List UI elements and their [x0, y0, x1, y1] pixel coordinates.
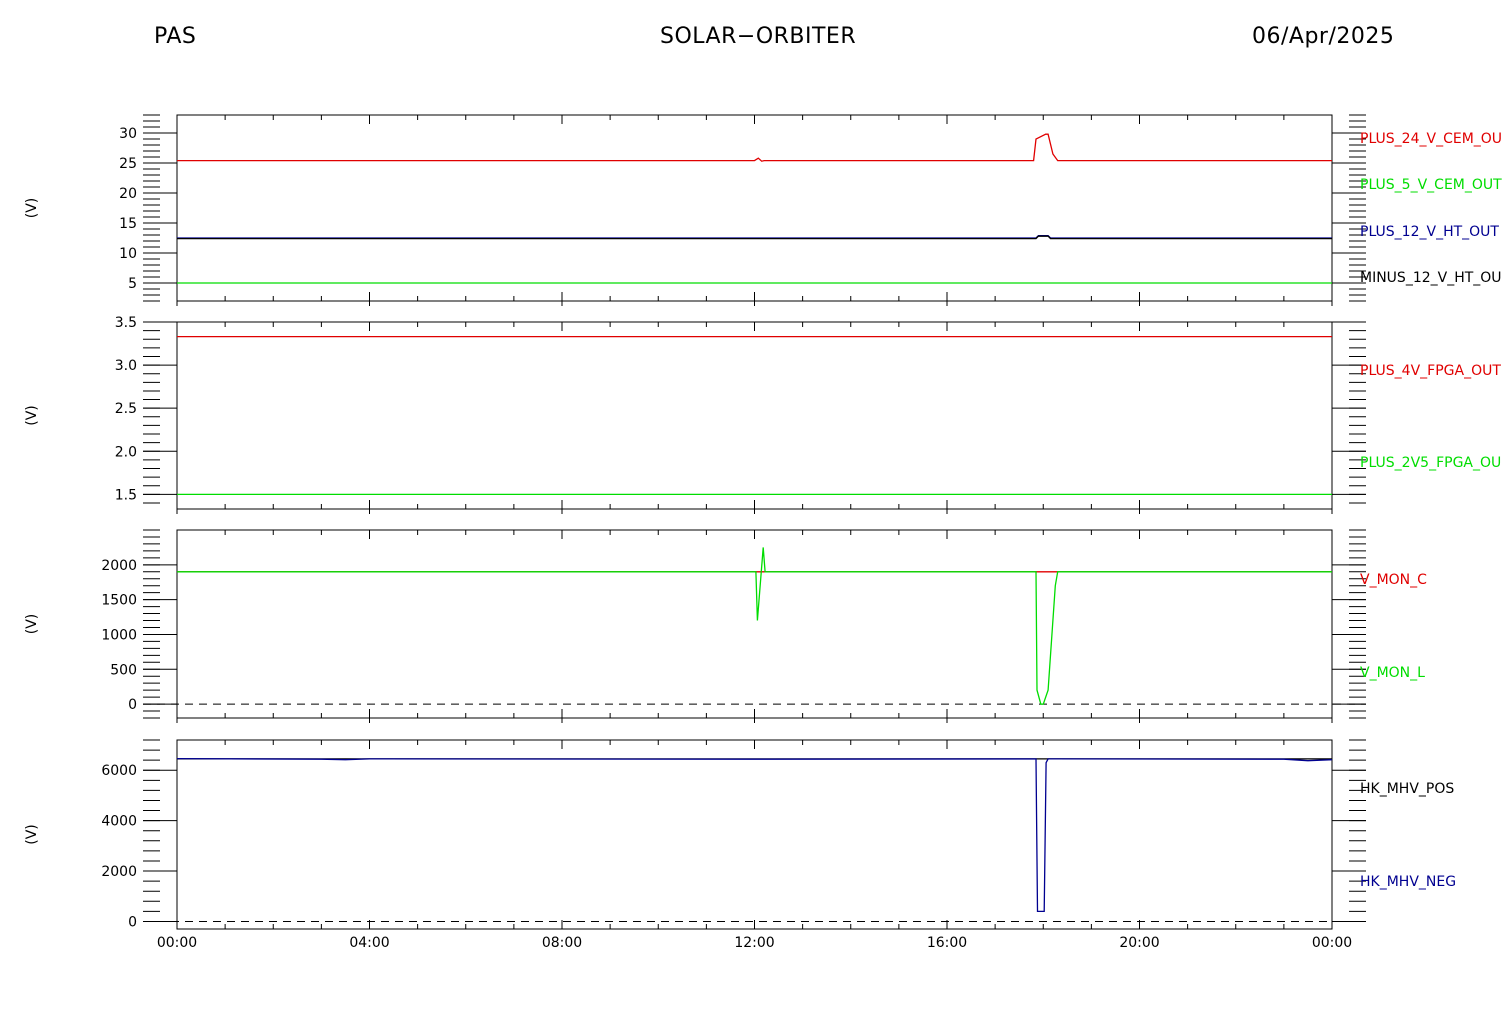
- panel-3-frame: [176, 529, 1333, 719]
- y-tick-label: 30: [119, 126, 137, 142]
- panel-4-frame: [176, 739, 1333, 930]
- x-tick-label: 20:00: [1119, 935, 1159, 951]
- y-tick-label: 0: [128, 697, 137, 713]
- series-line-v-mon-l: [177, 547, 1332, 705]
- y-tick-label: 10: [119, 246, 137, 262]
- x-tick-label: 12:00: [734, 935, 774, 951]
- y-tick-label: 15: [119, 216, 137, 232]
- y-tick-label: 500: [110, 662, 137, 678]
- series-label: HK_MHV_POS: [1360, 781, 1454, 797]
- series-label: PLUS_12_V_HT_OUT: [1360, 224, 1499, 240]
- series-line-plus-24-v-cem-ou: [177, 133, 1332, 162]
- y-axis-label: (V): [24, 614, 40, 635]
- stacked-timeseries-plot: 5 10 15 20 25 30 (V) PLUS_24_V_CEM_OU PLUS_5_V_C…: [24, 114, 1502, 951]
- y-tick-label: 6000: [101, 763, 137, 779]
- series-label: V_MON_L: [1360, 665, 1425, 681]
- y-tick-label: 0: [128, 914, 137, 930]
- x-tick-label: 00:00: [1312, 935, 1352, 951]
- series-line-plus-12-v-ht-out: [177, 234, 1332, 239]
- series-label: PLUS_2V5_FPGA_OU: [1360, 455, 1501, 471]
- x-tick-label: 04:00: [349, 935, 389, 951]
- y-tick-label: 3.0: [115, 358, 137, 374]
- y-tick-label: 5: [128, 276, 137, 292]
- y-axis-label: (V): [24, 198, 40, 219]
- y-axis-label: (V): [24, 824, 40, 845]
- y-tick-label: 2000: [101, 864, 137, 880]
- x-tick-label: 16:00: [927, 935, 967, 951]
- series-line-hk-mhv-neg: [176, 757, 1333, 913]
- y-tick-label: 1000: [101, 627, 137, 643]
- y-tick-label: 2000: [101, 558, 137, 574]
- y-tick-label: 1500: [101, 593, 137, 609]
- series-label: V_MON_C: [1360, 572, 1427, 588]
- y-tick-label: 2.0: [115, 444, 137, 460]
- series-label: PLUS_5_V_CEM_OUT: [1360, 177, 1502, 193]
- y-axis-label: (V): [24, 405, 40, 426]
- y-tick-label: 2.5: [115, 401, 137, 417]
- y-tick-label: 1.5: [115, 487, 137, 503]
- series-label: PLUS_24_V_CEM_OU: [1360, 131, 1502, 147]
- panel-1-frame: [176, 114, 1333, 302]
- y-tick-label: 25: [119, 156, 137, 172]
- y-tick-label: 4000: [101, 814, 137, 830]
- series-label: HK_MHV_NEG: [1360, 874, 1456, 890]
- panel-2-frame: [176, 321, 1333, 510]
- series-label: PLUS_4V_FPGA_OUT: [1360, 363, 1501, 379]
- x-tick-label: 00:00: [157, 935, 197, 951]
- x-tick-label: 08:00: [542, 935, 582, 951]
- y-tick-label: 20: [119, 186, 137, 202]
- series-label: MINUS_12_V_HT_OU: [1360, 270, 1502, 286]
- y-tick-label: 3.5: [115, 315, 137, 331]
